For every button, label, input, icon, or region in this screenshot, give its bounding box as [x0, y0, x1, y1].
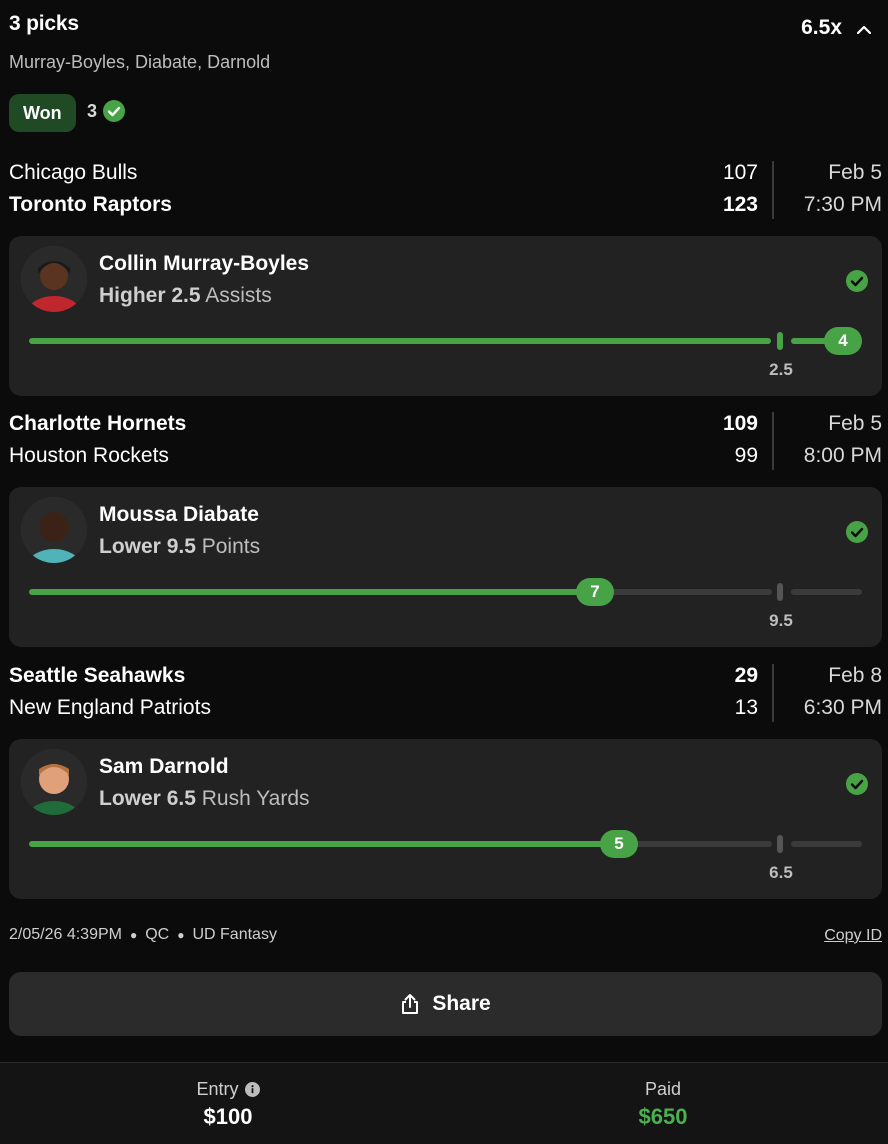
progress-track: 5	[29, 830, 862, 858]
check-circle-icon	[846, 270, 868, 292]
divider	[772, 664, 774, 722]
team-away: Charlotte Hornets	[9, 412, 187, 435]
separator-dot: ●	[177, 928, 185, 942]
player-name: Collin Murray-Boyles	[99, 252, 310, 275]
actual-value-pill: 5	[600, 830, 638, 858]
team-home: New England Patriots	[9, 696, 211, 719]
line-label: 9.5	[769, 611, 793, 630]
progress-remaining	[594, 589, 772, 595]
progress-track: 7	[29, 578, 862, 606]
game-row: Charlotte Hornets Houston Rockets 109 99…	[9, 412, 882, 478]
entry-label: Entry	[196, 1079, 239, 1099]
pick-line-value: 2.5	[171, 284, 201, 307]
entry-product: UD Fantasy	[192, 926, 277, 943]
paid-column: Paid $650	[563, 1079, 763, 1130]
game-row: Chicago Bulls Toronto Raptors 107 123 Fe…	[9, 161, 882, 227]
game-date: Feb 5	[828, 161, 882, 184]
line-marker	[777, 583, 783, 601]
check-circle-icon	[846, 521, 868, 543]
share-icon	[402, 994, 419, 1014]
footer-summary: Entry $100 Paid $650	[0, 1062, 888, 1144]
entry-meta: 2/05/26 4:39PM ● QC ● UD Fantasy	[9, 926, 277, 944]
pick-line-value: 9.5	[166, 535, 196, 558]
paid-label: Paid	[644, 1079, 682, 1099]
progress-fill	[29, 841, 619, 847]
entry-header: 3 picks 6.5x Murray-Boyles, Diabate, Dar…	[9, 10, 879, 132]
won-count-value: 3	[87, 100, 98, 121]
player-name: Sam Darnold	[99, 755, 229, 778]
pick-projection: Higher 2.5 Assists	[99, 284, 272, 308]
score-away: 107	[722, 161, 758, 184]
copy-id-link[interactable]: Copy ID	[824, 927, 882, 945]
pick-stat: Rush Yards	[201, 787, 310, 810]
entry-column: Entry $100	[128, 1079, 328, 1130]
pick-card[interactable]: Moussa Diabate Lower 9.5 Points 7 9.5	[9, 487, 882, 647]
game-time: 6:30 PM	[803, 696, 882, 719]
score-home: 13	[734, 696, 758, 719]
line-marker	[777, 835, 783, 853]
game-date: Feb 5	[828, 412, 882, 435]
player-avatar	[21, 749, 87, 815]
divider	[772, 161, 774, 219]
pick-projection: Lower 6.5 Rush Yards	[99, 787, 310, 811]
actual-value-pill: 7	[576, 578, 614, 606]
separator-dot: ●	[129, 928, 138, 942]
entry-datetime: 2/05/26 4:39PM	[9, 926, 122, 943]
pick-projection: Lower 9.5 Points	[99, 535, 260, 559]
check-circle-icon	[103, 100, 126, 122]
game-time: 8:00 PM	[803, 444, 882, 467]
pick-direction: Lower	[99, 787, 161, 810]
team-home: Houston Rockets	[9, 444, 169, 467]
line-label: 2.5	[769, 360, 793, 379]
players-summary: Murray-Boyles, Diabate, Darnold	[9, 52, 271, 72]
entry-label-row: Entry	[128, 1079, 328, 1100]
share-label: Share	[432, 992, 491, 1015]
pick-card[interactable]: Sam Darnold Lower 6.5 Rush Yards 5 6.5	[9, 739, 882, 899]
progress-remaining	[619, 841, 772, 847]
progress-remaining	[791, 589, 862, 595]
player-avatar	[21, 246, 87, 312]
pick-stat: Points	[201, 535, 261, 558]
won-count: 3	[87, 100, 126, 122]
pick-card[interactable]: Collin Murray-Boyles Higher 2.5 Assists …	[9, 236, 882, 396]
progress-remaining	[791, 841, 862, 847]
game-date: Feb 8	[828, 664, 882, 687]
entry-title: 3 picks	[9, 12, 79, 35]
divider	[772, 412, 774, 470]
progress-fill	[29, 589, 594, 595]
progress-track: 4	[29, 327, 862, 355]
info-icon[interactable]	[244, 1082, 260, 1097]
status-badge: Won	[9, 94, 76, 132]
share-button[interactable]: Share	[9, 972, 882, 1036]
team-home: Toronto Raptors	[9, 193, 172, 216]
progress-fill	[29, 338, 771, 344]
pick-direction: Lower	[99, 535, 161, 558]
pick-direction: Higher	[99, 284, 166, 307]
check-circle-icon	[846, 773, 868, 795]
score-away: 29	[734, 664, 758, 687]
score-home: 99	[734, 444, 758, 467]
entry-region: QC	[145, 926, 170, 943]
score-home: 123	[722, 193, 758, 216]
line-label: 6.5	[769, 863, 793, 882]
player-name: Moussa Diabate	[99, 503, 259, 526]
entry-value: $100	[203, 1104, 253, 1129]
score-away: 109	[722, 412, 758, 435]
team-away: Seattle Seahawks	[9, 664, 186, 687]
payout-multiplier: 6.5x	[801, 16, 842, 39]
paid-value: $650	[638, 1104, 688, 1129]
line-marker	[777, 332, 783, 350]
team-away: Chicago Bulls	[9, 161, 138, 184]
player-avatar	[21, 497, 87, 563]
game-row: Seattle Seahawks New England Patriots 29…	[9, 664, 882, 730]
collapse-chevron-icon[interactable]	[853, 18, 875, 40]
pick-line-value: 6.5	[166, 787, 196, 810]
actual-value-pill: 4	[824, 327, 862, 355]
game-time: 7:30 PM	[803, 193, 882, 216]
pick-stat: Assists	[205, 284, 272, 307]
